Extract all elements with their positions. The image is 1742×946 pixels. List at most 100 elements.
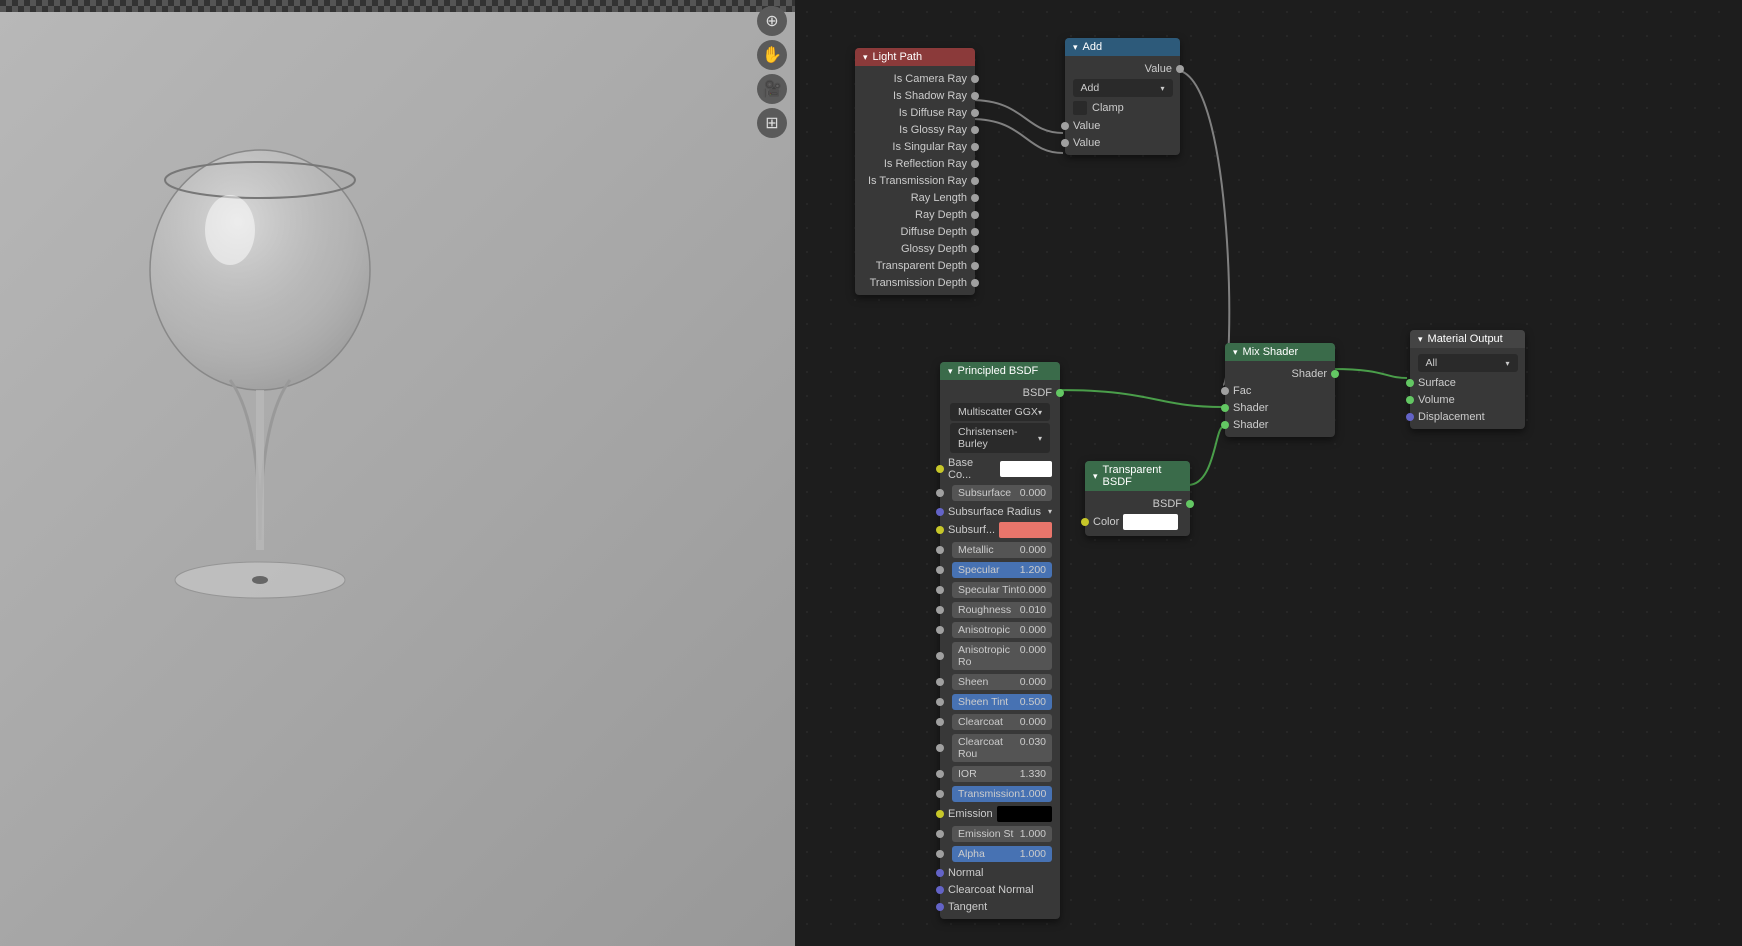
subsurf-method-dropdown[interactable]: Christensen-Burley▾ bbox=[950, 423, 1050, 453]
socket-out[interactable] bbox=[1331, 370, 1339, 378]
slider[interactable]: Specular1.200 bbox=[952, 562, 1052, 578]
slider[interactable]: Anisotropic Ro0.000 bbox=[952, 642, 1052, 670]
light-path-node[interactable]: ▾ Light Path Is Camera RayIs Shadow RayI… bbox=[855, 48, 975, 295]
grid-icon[interactable]: ⊞ bbox=[757, 108, 787, 138]
socket-in[interactable] bbox=[936, 698, 944, 706]
mix-shader-node[interactable]: ▾ Mix Shader Shader Fac Shader Shader bbox=[1225, 343, 1335, 437]
slider[interactable]: Alpha1.000 bbox=[952, 846, 1052, 862]
node-header[interactable]: ▾ Add bbox=[1065, 38, 1180, 56]
socket-out[interactable] bbox=[971, 75, 979, 83]
slider[interactable]: Specular Tint0.000 bbox=[952, 582, 1052, 598]
node-header[interactable]: ▾ Principled BSDF bbox=[940, 362, 1060, 380]
socket-out[interactable] bbox=[971, 143, 979, 151]
socket-in[interactable] bbox=[936, 770, 944, 778]
socket-out[interactable] bbox=[971, 245, 979, 253]
socket-in[interactable] bbox=[936, 790, 944, 798]
node-header[interactable]: ▾ Transparent BSDF bbox=[1085, 461, 1190, 491]
node-header[interactable]: ▾ Light Path bbox=[855, 48, 975, 66]
socket-in[interactable] bbox=[1406, 379, 1414, 387]
input-clearcoat-normal: Clearcoat Normal bbox=[940, 881, 1060, 898]
socket-out[interactable] bbox=[1056, 389, 1064, 397]
socket-in[interactable] bbox=[936, 606, 944, 614]
subsurf-radius-input: Subsurface Radius▾ bbox=[940, 503, 1060, 520]
slider[interactable]: Roughness0.010 bbox=[952, 602, 1052, 618]
color-swatch[interactable] bbox=[999, 522, 1052, 538]
slider[interactable]: Transmission1.000 bbox=[952, 786, 1052, 802]
socket-in[interactable] bbox=[936, 850, 944, 858]
node-header[interactable]: ▾ Material Output bbox=[1410, 330, 1525, 348]
socket-in[interactable] bbox=[936, 886, 944, 894]
socket-in[interactable] bbox=[1061, 122, 1069, 130]
socket-in[interactable] bbox=[1221, 404, 1229, 412]
input-roughness: Roughness0.010 bbox=[940, 600, 1060, 620]
operation-dropdown[interactable]: Add▾ bbox=[1073, 79, 1173, 97]
chevron-down-icon: ▾ bbox=[948, 366, 953, 377]
shader-node-editor[interactable]: ▾ Light Path Is Camera RayIs Shadow RayI… bbox=[795, 0, 1742, 946]
socket-in[interactable] bbox=[936, 718, 944, 726]
socket-out[interactable] bbox=[971, 160, 979, 168]
socket-out[interactable] bbox=[971, 279, 979, 287]
socket-in[interactable] bbox=[936, 869, 944, 877]
socket-in[interactable] bbox=[1406, 413, 1414, 421]
socket-out[interactable] bbox=[971, 92, 979, 100]
input-clearcoat: Clearcoat0.000 bbox=[940, 712, 1060, 732]
socket-out[interactable] bbox=[1186, 500, 1194, 508]
socket-out[interactable] bbox=[971, 109, 979, 117]
socket-out[interactable] bbox=[971, 262, 979, 270]
slider[interactable]: IOR1.330 bbox=[952, 766, 1052, 782]
socket-in[interactable] bbox=[1081, 518, 1089, 526]
target-dropdown[interactable]: All▾ bbox=[1418, 354, 1518, 372]
render-viewport[interactable]: ⊕ ✋ 🎥 ⊞ bbox=[0, 0, 795, 946]
slider[interactable]: Metallic0.000 bbox=[952, 542, 1052, 558]
math-add-node[interactable]: ▾ Add Value Add▾ Clamp Value Value bbox=[1065, 38, 1180, 155]
distribution-dropdown[interactable]: Multiscatter GGX▾ bbox=[950, 403, 1050, 421]
socket-out[interactable] bbox=[971, 194, 979, 202]
chevron-down-icon: ▾ bbox=[863, 52, 868, 63]
socket-out[interactable] bbox=[971, 228, 979, 236]
socket-in[interactable] bbox=[936, 626, 944, 634]
socket-out[interactable] bbox=[971, 177, 979, 185]
socket-in[interactable] bbox=[936, 546, 944, 554]
clamp-checkbox[interactable]: Clamp bbox=[1065, 99, 1180, 117]
socket-in[interactable] bbox=[936, 566, 944, 574]
transparent-bsdf-node[interactable]: ▾ Transparent BSDF BSDF Color bbox=[1085, 461, 1190, 536]
socket-in[interactable] bbox=[1221, 387, 1229, 395]
node-header[interactable]: ▾ Mix Shader bbox=[1225, 343, 1335, 361]
slider[interactable]: Clearcoat Rou0.030 bbox=[952, 734, 1052, 762]
socket-in[interactable] bbox=[936, 652, 944, 660]
node-title: Transparent BSDF bbox=[1103, 464, 1182, 488]
socket-in[interactable] bbox=[936, 489, 944, 497]
color-swatch[interactable] bbox=[997, 806, 1052, 822]
socket-in[interactable] bbox=[936, 526, 944, 534]
slider[interactable]: Sheen0.000 bbox=[952, 674, 1052, 690]
output-transparent-depth: Transparent Depth bbox=[855, 257, 975, 274]
socket-out[interactable] bbox=[971, 126, 979, 134]
socket-in[interactable] bbox=[936, 678, 944, 686]
socket-out[interactable] bbox=[971, 211, 979, 219]
slider[interactable]: Emission St1.000 bbox=[952, 826, 1052, 842]
slider[interactable]: Clearcoat0.000 bbox=[952, 714, 1052, 730]
color-swatch[interactable] bbox=[1000, 461, 1052, 477]
socket-in[interactable] bbox=[936, 903, 944, 911]
slider[interactable]: Anisotropic0.000 bbox=[952, 622, 1052, 638]
socket-in[interactable] bbox=[936, 744, 944, 752]
socket-in[interactable] bbox=[1221, 421, 1229, 429]
slider[interactable]: Subsurface0.000 bbox=[952, 485, 1052, 501]
color-swatch[interactable] bbox=[1123, 514, 1178, 530]
socket-in[interactable] bbox=[936, 810, 944, 818]
socket-in[interactable] bbox=[1061, 139, 1069, 147]
zoom-icon[interactable]: ⊕ bbox=[757, 6, 787, 36]
slider[interactable]: Sheen Tint0.500 bbox=[952, 694, 1052, 710]
principled-bsdf-node[interactable]: ▾ Principled BSDF BSDF Multiscatter GGX▾… bbox=[940, 362, 1060, 919]
pan-icon[interactable]: ✋ bbox=[757, 40, 787, 70]
socket-in[interactable] bbox=[936, 465, 944, 473]
socket-in[interactable] bbox=[936, 508, 944, 516]
material-output-node[interactable]: ▾ Material Output All▾ Surface Volume Di… bbox=[1410, 330, 1525, 429]
socket-out[interactable] bbox=[1176, 65, 1184, 73]
input-shader-2: Shader bbox=[1225, 416, 1335, 433]
socket-in[interactable] bbox=[1406, 396, 1414, 404]
camera-icon[interactable]: 🎥 bbox=[757, 74, 787, 104]
output-bsdf: BSDF bbox=[940, 384, 1060, 401]
socket-in[interactable] bbox=[936, 830, 944, 838]
socket-in[interactable] bbox=[936, 586, 944, 594]
